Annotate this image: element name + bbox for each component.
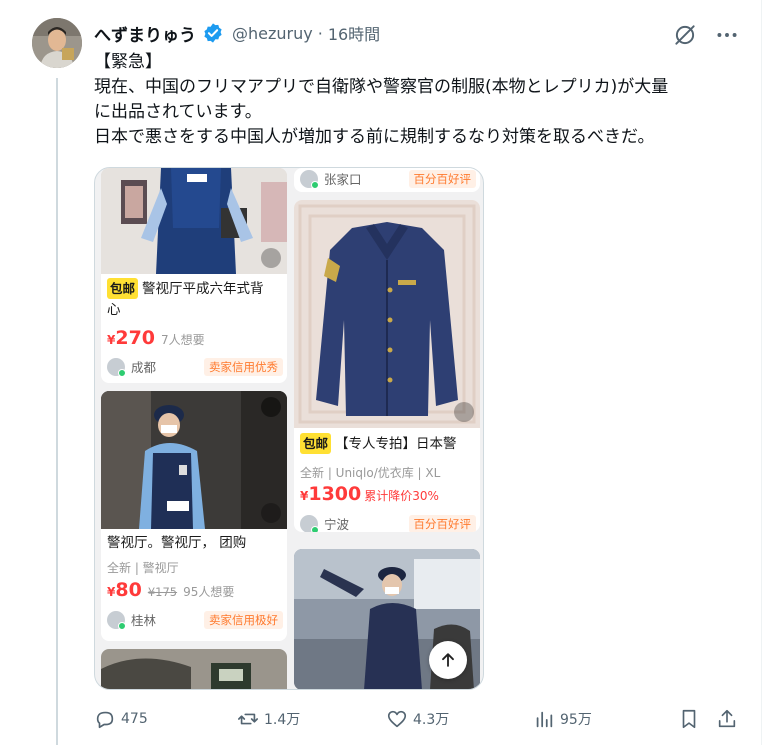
seller-badge: 百分百好评 bbox=[408, 169, 476, 188]
listing-photo bbox=[294, 200, 480, 428]
listing-card[interactable]: 包邮 警视厅平成六年式背 心 ¥ 270 7人想要 成都 卖家信用优秀 bbox=[101, 168, 287, 383]
listing-title-line1: 警视厅平成六年式背 bbox=[142, 281, 264, 297]
repost-button[interactable]: 1.4万 bbox=[237, 706, 300, 732]
grok-button[interactable] bbox=[672, 22, 698, 48]
listing-card[interactable]: 包邮 【专人专拍】日本警 全新 | Uniqlo/优衣库 | XL ¥ 1300 … bbox=[294, 200, 480, 532]
seller-avatar bbox=[300, 169, 319, 189]
seller-badge: 百分百好评 bbox=[408, 514, 476, 532]
seller-avatar bbox=[300, 514, 319, 532]
seller-row: 桂林 卖家信用极好 bbox=[107, 610, 283, 630]
view-count: 95万 bbox=[560, 712, 592, 728]
listing-price: 270 bbox=[115, 327, 156, 349]
tweet-media-image[interactable]: 包邮 警视厅平成六年式背 心 ¥ 270 7人想要 成都 卖家信用优秀 警视厅。… bbox=[94, 167, 484, 690]
seller-row: 宁波 百分百好评 bbox=[300, 514, 476, 532]
seller-badge: 卖家信用极好 bbox=[204, 610, 283, 629]
more-icon bbox=[717, 33, 737, 37]
tweet-text: 【緊急】 現在、中国のフリマアプリで自衛隊や警察官の制服(本物とレプリカ)が大量… bbox=[94, 50, 734, 150]
free-shipping-tag: 包邮 bbox=[107, 278, 139, 299]
currency-symbol: ¥ bbox=[107, 585, 116, 599]
repost-icon bbox=[238, 713, 258, 725]
like-icon bbox=[387, 710, 407, 728]
currency-symbol: ¥ bbox=[300, 489, 309, 503]
verified-badge-icon bbox=[204, 23, 222, 43]
listing-photo bbox=[101, 391, 287, 529]
grok-icon bbox=[675, 25, 695, 45]
tweet-line: 【緊急】 bbox=[94, 52, 162, 72]
listing-price: 1300 bbox=[308, 483, 362, 505]
avatar-photo bbox=[32, 18, 82, 68]
author-handle[interactable]: @hezuruy bbox=[232, 24, 313, 43]
image-search-icon[interactable] bbox=[261, 248, 281, 268]
tweet-header: へずまりゅう @hezuruy · 16時間 bbox=[94, 20, 740, 46]
listing-title-text: 【专人专拍】日本警 bbox=[335, 436, 457, 452]
video-play-icon[interactable] bbox=[261, 397, 281, 417]
tweet-line: に出品されています。 bbox=[94, 102, 262, 122]
share-icon bbox=[718, 709, 736, 728]
separator-dot: · bbox=[317, 23, 323, 43]
seller-city: 桂林 bbox=[131, 613, 157, 628]
seller-city: 宁波 bbox=[324, 517, 350, 532]
listing-card[interactable]: 张家口 百分百好评 bbox=[294, 168, 480, 192]
listing-photo bbox=[101, 649, 287, 689]
seller-avatar bbox=[107, 610, 126, 630]
reply-icon bbox=[96, 711, 114, 729]
currency-symbol: ¥ bbox=[107, 333, 116, 347]
listing-title: 包邮 【专人专拍】日本警 bbox=[300, 433, 457, 455]
want-count: 7人想要 bbox=[161, 333, 205, 347]
bookmark-icon bbox=[682, 709, 696, 729]
seller-row: 成都 卖家信用优秀 bbox=[107, 357, 283, 377]
seller-row: 张家口 百分百好评 bbox=[300, 169, 476, 189]
listing-card[interactable] bbox=[101, 649, 287, 689]
seller-city: 成都 bbox=[131, 360, 157, 375]
tweet-line: 日本で悪さをする中国人が増加する前に規制するなり対策を取るべきだ。 bbox=[94, 127, 655, 147]
author-avatar[interactable] bbox=[32, 18, 82, 68]
seller-city: 张家口 bbox=[324, 172, 362, 187]
views-button[interactable]: 95万 bbox=[533, 706, 592, 732]
price-row: ¥ 270 7人想要 bbox=[107, 327, 205, 349]
listing-meta: 全新 | Uniqlo/优衣库 | XL bbox=[300, 466, 441, 480]
price-drop: 累计降价30% bbox=[364, 489, 439, 503]
author-name[interactable]: へずまりゅう bbox=[94, 21, 196, 46]
listing-meta: 全新 | 警视厅 bbox=[107, 561, 179, 575]
price-row: ¥ 1300 累计降价30% bbox=[300, 483, 439, 505]
repost-count: 1.4万 bbox=[264, 712, 301, 728]
tweet-actions: 475 1.4万 4.3万 95万 bbox=[94, 706, 744, 732]
tweet-line: 現在、中国のフリマアプリで自衛隊や警察官の制服(本物とレプリカ)が大量 bbox=[94, 77, 669, 97]
free-shipping-tag: 包邮 bbox=[300, 433, 332, 454]
listing-price: 80 bbox=[115, 579, 142, 601]
listing-photo bbox=[101, 168, 287, 274]
more-button[interactable] bbox=[714, 22, 740, 48]
want-count: 95人想要 bbox=[183, 585, 235, 599]
listing-card[interactable]: 警视厅。警视厅， 团购 全新 | 警视厅 ¥ 80 ¥175 95人想要 桂林 … bbox=[101, 391, 287, 641]
seller-avatar bbox=[107, 357, 126, 377]
thread-line bbox=[56, 78, 58, 745]
share-button[interactable] bbox=[716, 706, 738, 732]
like-button[interactable]: 4.3万 bbox=[386, 706, 449, 732]
scroll-up-icon bbox=[442, 653, 454, 667]
scroll-up-button[interactable] bbox=[429, 641, 467, 679]
listing-title: 包邮 警视厅平成六年式背 心 bbox=[107, 278, 264, 321]
original-price: ¥175 bbox=[147, 585, 178, 599]
reply-count: 475 bbox=[121, 711, 148, 727]
image-search-icon[interactable] bbox=[454, 402, 474, 422]
tweet-time[interactable]: 16時間 bbox=[328, 21, 380, 45]
listing-title-line2: 心 bbox=[107, 302, 121, 318]
image-search-icon[interactable] bbox=[261, 503, 281, 523]
price-row: ¥ 80 ¥175 95人想要 bbox=[107, 579, 234, 601]
reply-button[interactable]: 475 bbox=[94, 706, 148, 732]
column-border bbox=[761, 0, 762, 745]
views-icon bbox=[536, 711, 553, 728]
bookmark-button[interactable] bbox=[678, 706, 700, 732]
like-count: 4.3万 bbox=[413, 712, 450, 728]
seller-badge: 卖家信用优秀 bbox=[204, 357, 283, 376]
listing-title: 警视厅。警视厅， 团购 bbox=[107, 535, 247, 551]
